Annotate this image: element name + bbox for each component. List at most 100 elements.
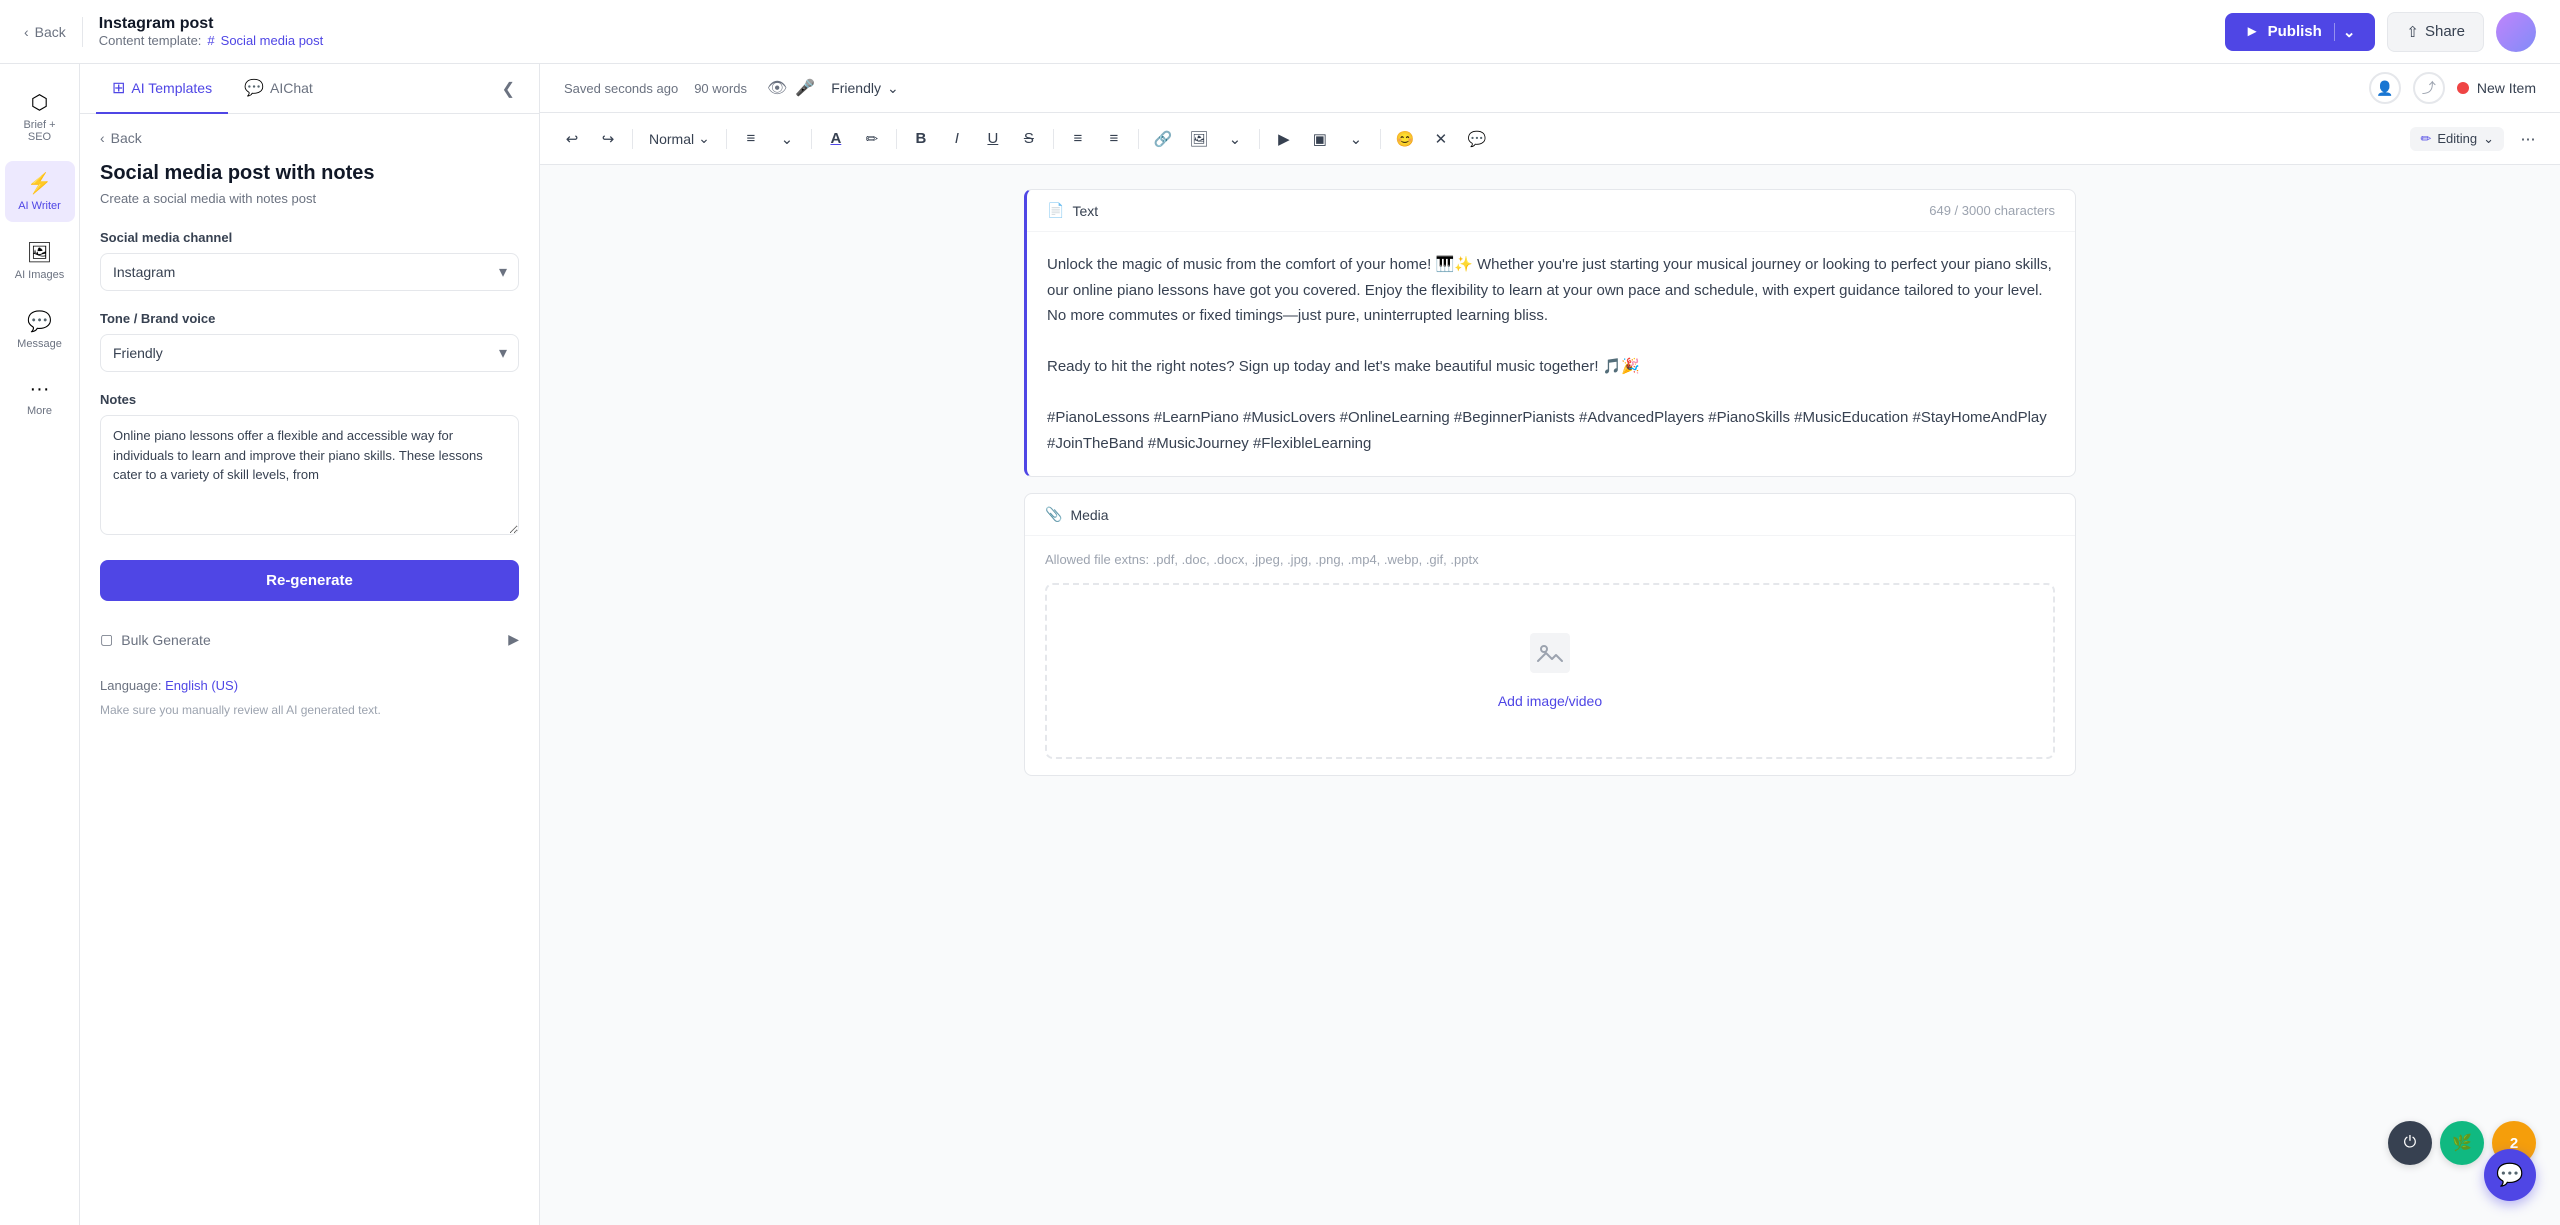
italic-button[interactable]: I bbox=[941, 123, 973, 155]
regenerate-button[interactable]: Re-generate bbox=[100, 560, 519, 601]
template-back-label: Back bbox=[111, 130, 142, 146]
link-button[interactable]: 🔗 bbox=[1147, 123, 1179, 155]
text-block-title: 📄 Text bbox=[1047, 202, 1098, 219]
disclaimer-text: Make sure you manually review all AI gen… bbox=[100, 701, 519, 719]
comment-button[interactable]: 💬 bbox=[1461, 123, 1493, 155]
panel-content: ‹ Back Social media post with notes Crea… bbox=[80, 114, 539, 1225]
sidebar-item-ai-writer[interactable]: ⚡ AI Writer bbox=[5, 161, 75, 222]
page-info: Instagram post Content template: # Socia… bbox=[99, 15, 323, 48]
tone-select[interactable]: Friendly Professional Casual Formal Humo… bbox=[100, 334, 519, 372]
leaf-bubble[interactable]: 🌿 bbox=[2440, 1121, 2484, 1165]
align-button[interactable]: ≡ bbox=[735, 123, 767, 155]
undo-button[interactable]: ↩ bbox=[556, 123, 588, 155]
panel-collapse-button[interactable]: ❮ bbox=[494, 64, 523, 113]
redo-button[interactable]: ↪ bbox=[592, 123, 624, 155]
toolbar-divider-7 bbox=[1259, 129, 1260, 149]
play-button[interactable]: ▶ bbox=[1268, 123, 1300, 155]
editor-content[interactable]: 📄 Text 649 / 3000 characters Unlock the … bbox=[540, 165, 2560, 1225]
numbered-list-button[interactable]: ≡ bbox=[1098, 123, 1130, 155]
tone-selector[interactable]: Friendly ⌄ bbox=[831, 80, 899, 97]
chat-button[interactable]: 💬 bbox=[2484, 1149, 2536, 1201]
table-chevron-button[interactable]: ⌄ bbox=[1340, 123, 1372, 155]
share-label: Share bbox=[2425, 23, 2465, 40]
message-label: Message bbox=[17, 338, 62, 350]
bulk-generate-left: ▢ Bulk Generate bbox=[100, 631, 211, 648]
pencil-icon: ✏ bbox=[2420, 131, 2431, 147]
sidebar-item-message[interactable]: 💬 Message bbox=[5, 299, 75, 360]
align-chevron-button[interactable]: ⌄ bbox=[771, 123, 803, 155]
avatar-placeholder-icon: 👤 bbox=[2376, 80, 2393, 97]
tab-ai-templates[interactable]: ⊞ AI Templates bbox=[96, 64, 228, 114]
eye-icon[interactable]: 👁 bbox=[767, 78, 787, 98]
channel-select[interactable]: Instagram Twitter Facebook LinkedIn TikT… bbox=[100, 253, 519, 291]
ai-writer-label: AI Writer bbox=[18, 200, 61, 212]
emoji-button[interactable]: 😊 bbox=[1389, 123, 1421, 155]
power-bubble[interactable]: ⏻ bbox=[2388, 1121, 2432, 1165]
attachment-icon: 📎 bbox=[1045, 506, 1062, 523]
share-button[interactable]: ⇧ Share bbox=[2387, 12, 2484, 52]
editing-mode-selector[interactable]: ✏ Editing ⌄ bbox=[2410, 127, 2504, 151]
highlight-button[interactable]: ✏ bbox=[856, 123, 888, 155]
ai-images-label: AI Images bbox=[15, 269, 65, 281]
publish-chevron-icon: ⌄ bbox=[2334, 23, 2356, 41]
more-options-button[interactable]: ⋯ bbox=[2512, 123, 2544, 155]
toolbar-divider-8 bbox=[1380, 129, 1381, 149]
toolbar-divider-3 bbox=[811, 129, 812, 149]
editor-status-bar: Saved seconds ago 90 words 👁 🎤 Friendly … bbox=[540, 64, 2560, 113]
tab-aichat[interactable]: 💬 AIChat bbox=[228, 64, 329, 114]
language-link[interactable]: English (US) bbox=[165, 678, 238, 693]
template-back-button[interactable]: ‹ Back bbox=[100, 130, 519, 146]
share-icon: ⇧ bbox=[2406, 23, 2419, 41]
clear-format-button[interactable]: ✕ bbox=[1425, 123, 1457, 155]
table-button[interactable]: ▣ bbox=[1304, 123, 1336, 155]
regenerate-label: Re-generate bbox=[266, 572, 353, 589]
ai-writer-icon: ⚡ bbox=[27, 171, 52, 196]
new-item-button[interactable]: New Item bbox=[2457, 80, 2536, 96]
back-button[interactable]: ‹ Back bbox=[24, 24, 66, 40]
tone-label: Tone / Brand voice bbox=[100, 311, 519, 326]
image-chevron-button[interactable]: ⌄ bbox=[1219, 123, 1251, 155]
chat-icon: 💬 bbox=[2496, 1162, 2523, 1188]
bulk-icon: ▢ bbox=[100, 631, 113, 648]
sidebar-icons: ⬡ Brief + SEO ⚡ AI Writer 🖼 AI Images 💬 … bbox=[0, 64, 80, 1225]
content-template-link[interactable]: Social media post bbox=[221, 33, 324, 48]
language-info: Language: English (US) bbox=[100, 678, 519, 693]
channel-field: Social media channel Instagram Twitter F… bbox=[100, 230, 519, 291]
text-style-label: Normal bbox=[649, 131, 694, 147]
upload-area[interactable]: Add image/video bbox=[1045, 583, 2055, 759]
publish-button[interactable]: ► Publish ⌄ bbox=[2225, 13, 2376, 51]
sidebar-item-ai-images[interactable]: 🖼 AI Images bbox=[5, 230, 75, 291]
toolbar-divider-1 bbox=[632, 129, 633, 149]
text-block-body[interactable]: Unlock the magic of music from the comfo… bbox=[1027, 232, 2075, 476]
avatar-ring-1[interactable]: 👤 bbox=[2369, 72, 2401, 104]
image-button[interactable]: 🖼 bbox=[1183, 123, 1215, 155]
tone-field: Tone / Brand voice Friendly Professional… bbox=[100, 311, 519, 372]
sidebar-item-brief-seo[interactable]: ⬡ Brief + SEO bbox=[5, 80, 75, 153]
top-nav-right: ► Publish ⌄ ⇧ Share bbox=[2225, 12, 2536, 52]
bulk-generate-button[interactable]: ▢ Bulk Generate ▶ bbox=[100, 621, 519, 658]
allowed-extensions: Allowed file extns: .pdf, .doc, .docx, .… bbox=[1045, 552, 2055, 567]
chevron-left-icon: ‹ bbox=[24, 24, 29, 40]
underline-button[interactable]: U bbox=[977, 123, 1009, 155]
text-color-button[interactable]: A bbox=[820, 123, 852, 155]
subtitle-prefix: Content template: bbox=[99, 33, 202, 48]
avatar-ring-2[interactable]: ⤴ bbox=[2413, 72, 2445, 104]
editing-chevron-icon: ⌄ bbox=[2483, 131, 2494, 147]
ai-templates-tab-icon: ⊞ bbox=[112, 78, 125, 98]
media-block-title: Media bbox=[1070, 507, 1108, 523]
text-style-select[interactable]: Normal ⌄ bbox=[641, 126, 718, 151]
channel-label: Social media channel bbox=[100, 230, 519, 245]
sidebar-item-more[interactable]: ··· More bbox=[5, 368, 75, 427]
bold-button[interactable]: B bbox=[905, 123, 937, 155]
strikethrough-button[interactable]: S bbox=[1013, 123, 1045, 155]
avatar[interactable] bbox=[2496, 12, 2536, 52]
mic-icon[interactable]: 🎤 bbox=[795, 78, 815, 98]
ai-images-icon: 🖼 bbox=[27, 240, 52, 265]
avatar-placeholder-icon-2: ⤴ bbox=[2422, 78, 2436, 98]
notes-field: Notes Online piano lessons offer a flexi… bbox=[100, 392, 519, 540]
toolbar-divider-2 bbox=[726, 129, 727, 149]
notes-textarea[interactable]: Online piano lessons offer a flexible an… bbox=[100, 415, 519, 535]
bullet-list-button[interactable]: ≡ bbox=[1062, 123, 1094, 155]
editing-label: Editing bbox=[2437, 131, 2477, 146]
app-layout: ⬡ Brief + SEO ⚡ AI Writer 🖼 AI Images 💬 … bbox=[0, 64, 2560, 1225]
